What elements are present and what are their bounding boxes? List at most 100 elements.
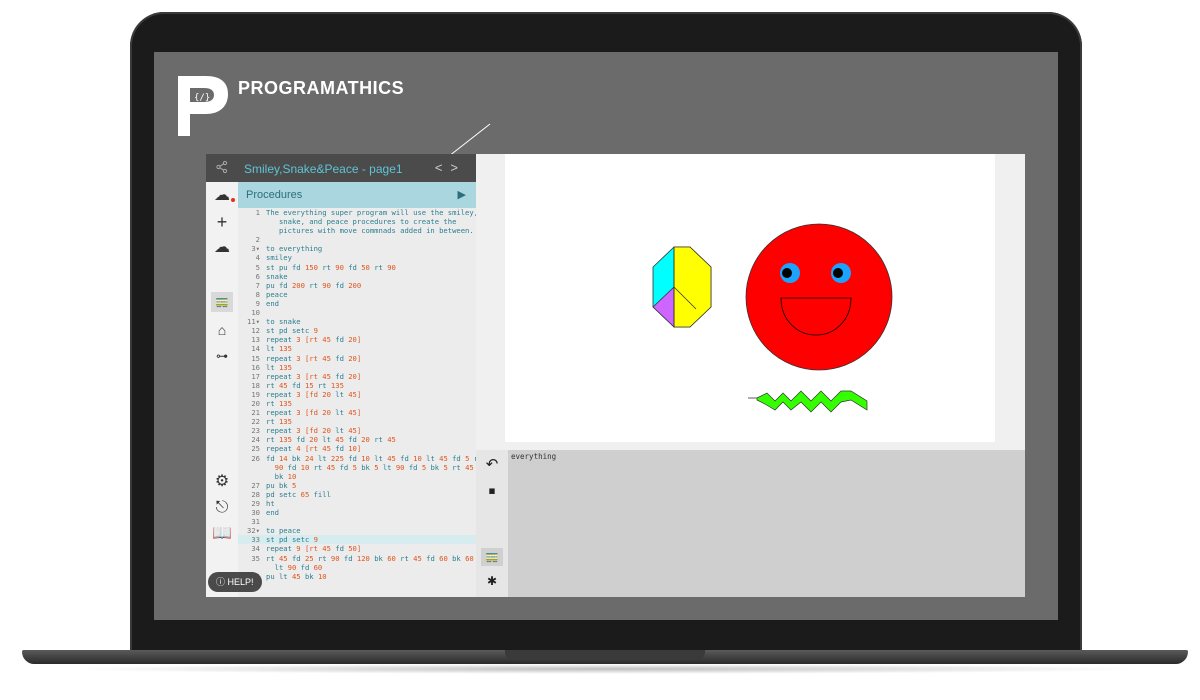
code-text: repeat 9 [rt 45 fd 50]: [266, 544, 362, 554]
code-line[interactable]: 13 repeat 3 [rt 45 fd 20]: [238, 335, 476, 344]
line-number: 6: [255, 271, 260, 281]
code-line[interactable]: 34 repeat 9 [rt 45 fd 50]: [238, 544, 476, 553]
code-line[interactable]: 8 peace: [238, 290, 476, 299]
code-line[interactable]: 33 st pd setc 9: [238, 535, 476, 545]
code-line[interactable]: 20 rt 135: [238, 399, 476, 408]
code-line[interactable]: 5 st pu fd 150 rt 90 fd 50 rt 90: [238, 263, 476, 272]
code-text: snake: [266, 271, 288, 281]
code-text: pu lt 45 bk 10: [266, 571, 327, 581]
drawing-canvas[interactable]: [505, 154, 995, 442]
code-line[interactable]: 36pu lt 45 bk 10: [238, 572, 476, 581]
programathics-logo-icon: {/}: [178, 76, 228, 136]
code-line[interactable]: 4 smiley: [238, 253, 476, 262]
code-line[interactable]: 22 rt 135: [238, 417, 476, 426]
code-text: rt 45 fd 15 rt 135: [266, 380, 344, 390]
code-line[interactable]: 15 repeat 3 [rt 45 fd 20]: [238, 354, 476, 363]
add-icon[interactable]: +: [211, 212, 233, 232]
code-line[interactable]: 35 rt 45 fd 25 rt 90 fd 120 bk 60 rt 45 f…: [238, 554, 476, 563]
line-number: 13: [251, 335, 260, 345]
code-line[interactable]: 7 pu fd 200 rt 90 fd 200: [238, 281, 476, 290]
procedure-tree-icon[interactable]: ⊶: [211, 346, 233, 366]
line-number: 10: [251, 308, 260, 318]
line-number: 34: [251, 544, 260, 554]
play-icon[interactable]: ▶: [458, 188, 466, 201]
code-line[interactable]: 31: [238, 517, 476, 526]
settings-icon[interactable]: ⚙: [211, 472, 233, 492]
code-line[interactable]: 12 st pd setc 9: [238, 326, 476, 335]
line-number: 28: [251, 489, 260, 499]
tool-rail: ☁ + ☁ 🚃 ⌂ ⊶ ⚙ ⎋ 📖: [206, 182, 239, 597]
code-line[interactable]: 18 rt 45 fd 15 rt 135: [238, 381, 476, 390]
code-text: pd setc 65 fill: [266, 489, 331, 499]
code-text: pu bk 5: [266, 480, 297, 490]
code-line[interactable]: bk 10: [238, 472, 476, 481]
line-number: 17: [251, 371, 260, 381]
console-input[interactable]: everything: [511, 452, 556, 461]
code-text: st pu fd 150 rt 90 fd 50 rt 90: [266, 262, 396, 272]
code-editor[interactable]: 1 The everything super program will use t…: [238, 208, 476, 597]
code-line[interactable]: 9 end: [238, 299, 476, 308]
chevron-right-icon[interactable]: >: [450, 160, 466, 175]
turtle-cart-icon[interactable]: 🚃: [211, 292, 233, 312]
app-window: Smiley,Snake&Peace - page1 <> ☁ + ☁ 🚃 ⌂ …: [206, 154, 1025, 597]
code-text: to everything: [266, 244, 323, 254]
code-line[interactable]: 24 rt 135 fd 20 lt 45 fd 20 rt 45: [238, 435, 476, 444]
line-number: 14: [251, 344, 260, 354]
code-line[interactable]: 25 repeat 4 [rt 45 fd 10]: [238, 444, 476, 453]
book-icon[interactable]: 📖: [211, 524, 233, 544]
procedures-bar[interactable]: Procedures ▶: [238, 182, 476, 208]
code-text: end: [266, 298, 279, 308]
line-number: 20: [251, 398, 260, 408]
cloud-upload-icon[interactable]: ☁: [211, 186, 235, 206]
line-number: 4: [255, 253, 260, 263]
code-line[interactable]: 30 end: [238, 508, 476, 517]
share-icon[interactable]: [216, 160, 228, 176]
console-toolbar: ↶ ⏹ 🚃 ✱: [476, 450, 508, 597]
line-number: 16: [251, 362, 260, 372]
code-text: repeat 3 [rt 45 fd 20]: [266, 353, 362, 363]
logout-icon[interactable]: ⎋: [211, 498, 233, 518]
code-line[interactable]: 10: [238, 308, 476, 317]
undo-icon[interactable]: ↶: [481, 456, 503, 474]
code-text: repeat 3 [fd 20 lt 45]: [266, 408, 362, 418]
code-line[interactable]: 1 The everything super program will use t…: [238, 208, 476, 217]
code-line[interactable]: lt 90 fd 60: [238, 563, 476, 572]
code-line[interactable]: 14 lt 135: [238, 344, 476, 353]
code-line[interactable]: 16 lt 135: [238, 363, 476, 372]
code-line[interactable]: 27 pu bk 5: [238, 481, 476, 490]
code-line[interactable]: pictures with move commnads added in bet…: [238, 226, 476, 235]
line-number: 5: [255, 262, 260, 272]
code-line[interactable]: 26 fd 14 bk 24 lt 225 fd 10 lt 45 fd 10 l…: [238, 454, 476, 463]
code-line[interactable]: 11▾ to snake: [238, 317, 476, 326]
code-line[interactable]: 23 repeat 3 [fd 20 lt 45]: [238, 426, 476, 435]
code-line[interactable]: 90 fd 10 rt 45 fd 5 bk 5 lt 90 fd 5 bk 5…: [238, 463, 476, 472]
code-line[interactable]: 6 snake: [238, 272, 476, 281]
code-line[interactable]: 3▾ to everything: [238, 244, 476, 253]
stop-icon[interactable]: ⏹: [481, 482, 503, 500]
command-console[interactable]: ↶ ⏹ 🚃 ✱ everything: [476, 450, 1025, 597]
code-line[interactable]: 29 ht: [238, 499, 476, 508]
code-line[interactable]: 21 repeat 3 [fd 20 lt 45]: [238, 408, 476, 417]
code-line[interactable]: 19 repeat 3 [fd 20 lt 45]: [238, 390, 476, 399]
code-text: st pd setc 9: [266, 535, 318, 545]
code-line[interactable]: 2: [238, 235, 476, 244]
svg-text:{/}: {/}: [194, 93, 210, 103]
brand-name: PROGRAMATHICS: [238, 78, 405, 98]
code-text: rt 135: [266, 417, 292, 427]
help-button[interactable]: ⓘ HELP!: [208, 572, 262, 592]
code-line[interactable]: 17 repeat 3 [rt 45 fd 20]: [238, 372, 476, 381]
laptop-notch: [505, 650, 705, 660]
line-number: 25: [251, 444, 260, 454]
house-icon[interactable]: ⌂: [211, 320, 233, 340]
code-line[interactable]: 32▾ to peace: [238, 526, 476, 535]
line-number: 23: [251, 426, 260, 436]
code-text: pictures with move commnads added in bet…: [266, 226, 474, 236]
line-number: 30: [251, 508, 260, 518]
cloud-download-icon[interactable]: ☁: [211, 238, 233, 258]
turtle-cart-icon[interactable]: 🚃: [481, 548, 503, 566]
code-line[interactable]: 28 pd setc 65 fill: [238, 490, 476, 499]
code-line[interactable]: snake, and peace procedures to create th…: [238, 217, 476, 226]
turtle-icon[interactable]: ✱: [481, 572, 503, 590]
code-text: pu fd 200 rt 90 fd 200: [266, 280, 362, 290]
chevron-left-icon[interactable]: <: [435, 160, 451, 175]
